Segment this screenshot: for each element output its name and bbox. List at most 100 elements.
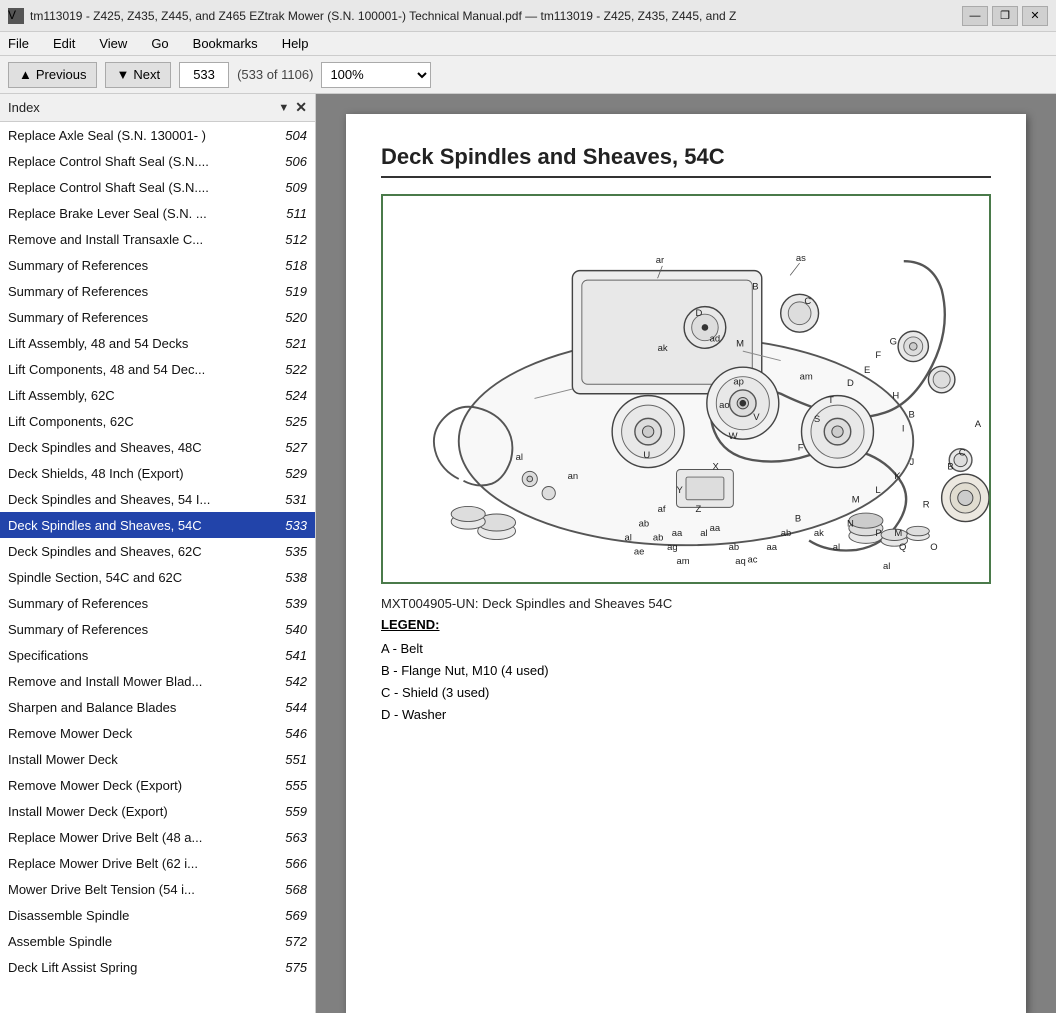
sidebar-item-page-25: 555 (277, 778, 307, 793)
menu-item-bookmarks[interactable]: Bookmarks (189, 34, 262, 53)
sidebar-item-page-9: 522 (277, 362, 307, 377)
sidebar-item-10[interactable]: Lift Assembly, 62C524 (0, 382, 315, 408)
sidebar-item-31[interactable]: Assemble Spindle572 (0, 928, 315, 954)
next-button[interactable]: ▼ Next (105, 62, 171, 88)
sidebar-item-14[interactable]: Deck Spindles and Sheaves, 54 I...531 (0, 486, 315, 512)
page-count: (533 of 1106) (237, 67, 313, 82)
sidebar-close-button[interactable]: ✕ (295, 99, 307, 116)
sidebar-item-label-8: Lift Assembly, 48 and 54 Decks (8, 336, 277, 351)
sidebar-item-17[interactable]: Spindle Section, 54C and 62C538 (0, 564, 315, 590)
sidebar-item-page-32: 575 (277, 960, 307, 975)
sidebar-item-label-5: Summary of References (8, 258, 277, 273)
sidebar-item-20[interactable]: Specifications541 (0, 642, 315, 668)
sidebar-item-page-22: 544 (277, 700, 307, 715)
sidebar-item-0[interactable]: Replace Axle Seal (S.N. 130001- )504 (0, 122, 315, 148)
next-label: Next (133, 67, 160, 82)
content-area[interactable]: Deck Spindles and Sheaves, 54C (316, 94, 1056, 1013)
sidebar-item-26[interactable]: Install Mower Deck (Export)559 (0, 798, 315, 824)
sidebar-dropdown-icon[interactable]: ▼ (278, 102, 289, 114)
sidebar-item-29[interactable]: Mower Drive Belt Tension (54 i...568 (0, 876, 315, 902)
pdf-page: Deck Spindles and Sheaves, 54C (346, 114, 1026, 1013)
legend-list: A - BeltB - Flange Nut, M10 (4 used)C - … (381, 638, 991, 726)
menu-item-go[interactable]: Go (147, 34, 172, 53)
caption-text: MXT004905-UN: Deck Spindles and Sheaves … (381, 596, 672, 611)
menu-item-help[interactable]: Help (278, 34, 313, 53)
sidebar-item-page-14: 531 (277, 492, 307, 507)
svg-text:Q: Q (899, 542, 906, 553)
sidebar-item-label-7: Summary of References (8, 310, 277, 325)
svg-text:G: G (890, 336, 897, 347)
sidebar-item-2[interactable]: Replace Control Shaft Seal (S.N....509 (0, 174, 315, 200)
sidebar-item-page-16: 535 (277, 544, 307, 559)
sidebar-item-label-3: Replace Brake Lever Seal (S.N. ... (8, 206, 277, 221)
svg-text:am: am (800, 372, 813, 383)
restore-button[interactable]: ❐ (992, 6, 1018, 26)
sidebar-item-label-29: Mower Drive Belt Tension (54 i... (8, 882, 277, 897)
sidebar-list[interactable]: Replace Axle Seal (S.N. 130001- )504Repl… (0, 122, 315, 1013)
svg-text:am: am (677, 556, 690, 567)
sidebar-header-controls: ▼ ✕ (278, 99, 307, 116)
svg-text:al: al (516, 452, 523, 463)
sidebar-item-page-7: 520 (277, 310, 307, 325)
sidebar-item-7[interactable]: Summary of References520 (0, 304, 315, 330)
svg-text:M: M (894, 528, 902, 539)
sidebar-item-page-15: 533 (277, 518, 307, 533)
sidebar-item-23[interactable]: Remove Mower Deck546 (0, 720, 315, 746)
sidebar-item-label-1: Replace Control Shaft Seal (S.N.... (8, 154, 277, 169)
sidebar-item-11[interactable]: Lift Components, 62C525 (0, 408, 315, 434)
sidebar-item-label-26: Install Mower Deck (Export) (8, 804, 277, 819)
sidebar-item-13[interactable]: Deck Shields, 48 Inch (Export)529 (0, 460, 315, 486)
menu-item-file[interactable]: File (4, 34, 33, 53)
svg-text:D: D (695, 308, 702, 319)
sidebar-item-30[interactable]: Disassemble Spindle569 (0, 902, 315, 928)
sidebar-item-27[interactable]: Replace Mower Drive Belt (48 a...563 (0, 824, 315, 850)
svg-text:C: C (959, 447, 966, 458)
svg-text:R: R (923, 499, 930, 510)
svg-text:B: B (752, 282, 758, 293)
svg-text:L: L (875, 485, 880, 496)
sidebar-item-28[interactable]: Replace Mower Drive Belt (62 i...566 (0, 850, 315, 876)
sidebar-item-6[interactable]: Summary of References519 (0, 278, 315, 304)
menu-item-view[interactable]: View (95, 34, 131, 53)
page-number-input[interactable] (179, 62, 229, 88)
sidebar-item-label-2: Replace Control Shaft Seal (S.N.... (8, 180, 277, 195)
previous-button[interactable]: ▲ Previous (8, 62, 97, 88)
sidebar-item-label-28: Replace Mower Drive Belt (62 i... (8, 856, 277, 871)
sidebar-item-32[interactable]: Deck Lift Assist Spring575 (0, 954, 315, 980)
close-button[interactable]: ✕ (1022, 6, 1048, 26)
sidebar-item-page-29: 568 (277, 882, 307, 897)
sidebar-item-12[interactable]: Deck Spindles and Sheaves, 48C527 (0, 434, 315, 460)
sidebar-item-label-4: Remove and Install Transaxle C... (8, 232, 277, 247)
page-title: Deck Spindles and Sheaves, 54C (381, 144, 991, 178)
svg-text:al: al (883, 561, 890, 572)
legend-item-1: B - Flange Nut, M10 (4 used) (381, 660, 991, 682)
svg-text:ab: ab (639, 518, 650, 529)
sidebar-item-page-18: 539 (277, 596, 307, 611)
zoom-select[interactable]: 50%75%100%125%150%200% (321, 62, 431, 88)
svg-text:E: E (864, 365, 870, 376)
sidebar-item-5[interactable]: Summary of References518 (0, 252, 315, 278)
sidebar-item-4[interactable]: Remove and Install Transaxle C...512 (0, 226, 315, 252)
sidebar-item-9[interactable]: Lift Components, 48 and 54 Dec...522 (0, 356, 315, 382)
minimize-button[interactable]: — (962, 6, 988, 26)
sidebar-item-21[interactable]: Remove and Install Mower Blad...542 (0, 668, 315, 694)
svg-text:C: C (804, 296, 811, 307)
sidebar-item-24[interactable]: Install Mower Deck551 (0, 746, 315, 772)
sidebar-item-18[interactable]: Summary of References539 (0, 590, 315, 616)
sidebar-item-16[interactable]: Deck Spindles and Sheaves, 62C535 (0, 538, 315, 564)
sidebar-item-label-22: Sharpen and Balance Blades (8, 700, 277, 715)
sidebar-item-19[interactable]: Summary of References540 (0, 616, 315, 642)
svg-text:M: M (852, 495, 860, 506)
sidebar-item-25[interactable]: Remove Mower Deck (Export)555 (0, 772, 315, 798)
menu-item-edit[interactable]: Edit (49, 34, 79, 53)
sidebar-item-3[interactable]: Replace Brake Lever Seal (S.N. ...511 (0, 200, 315, 226)
svg-text:ad: ad (710, 334, 721, 345)
sidebar-item-1[interactable]: Replace Control Shaft Seal (S.N....506 (0, 148, 315, 174)
sidebar-item-22[interactable]: Sharpen and Balance Blades544 (0, 694, 315, 720)
sidebar-item-label-21: Remove and Install Mower Blad... (8, 674, 277, 689)
sidebar-item-15[interactable]: Deck Spindles and Sheaves, 54C533 (0, 512, 315, 538)
sidebar-item-8[interactable]: Lift Assembly, 48 and 54 Decks521 (0, 330, 315, 356)
svg-text:ap: ap (733, 376, 744, 387)
sidebar-item-page-23: 546 (277, 726, 307, 741)
sidebar-item-page-24: 551 (277, 752, 307, 767)
